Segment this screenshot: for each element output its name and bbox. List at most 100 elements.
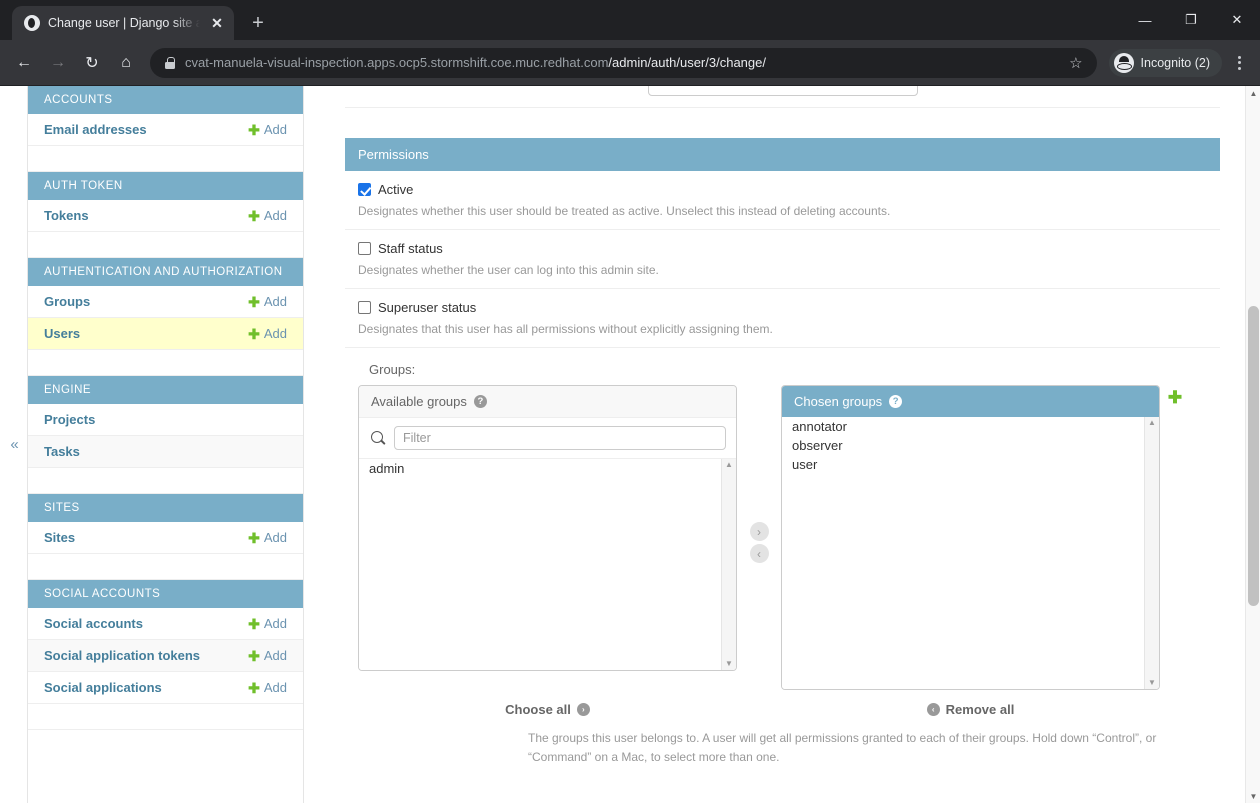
- active-label[interactable]: Active: [378, 182, 413, 197]
- chrome-menu-icon[interactable]: [1226, 48, 1252, 78]
- browser-tab[interactable]: Change user | Django site adm ✕: [12, 6, 234, 40]
- add-user-link[interactable]: ✚ Add: [248, 326, 287, 341]
- sidebar-item-label: Groups: [44, 294, 91, 309]
- plus-icon: ✚: [248, 207, 260, 224]
- list-item[interactable]: observer: [782, 436, 1159, 455]
- add-related-plus-icon[interactable]: ✚: [1168, 389, 1182, 406]
- help-icon[interactable]: ?: [473, 395, 487, 408]
- search-icon: [371, 431, 385, 445]
- active-help-text: Designates whether this user should be t…: [358, 204, 891, 218]
- choose-all-button[interactable]: Choose all ›: [358, 702, 737, 717]
- add-label: Add: [263, 530, 287, 545]
- sidebar-item-label: Tasks: [44, 444, 80, 459]
- sidebar-item-label: Sites: [44, 530, 76, 545]
- sidebar-module-engine: ENGINE: [28, 376, 303, 404]
- maximize-icon[interactable]: ❐: [1168, 0, 1214, 40]
- staff-status-checkbox[interactable]: [358, 242, 371, 255]
- sidebar-gap: [28, 350, 303, 376]
- sidebar-item-label: Social accounts: [44, 616, 143, 631]
- available-groups-scrollbar[interactable]: ▲ ▼: [721, 459, 736, 670]
- incognito-indicator[interactable]: Incognito (2): [1108, 48, 1222, 77]
- bookmark-star-icon[interactable]: ☆: [1063, 54, 1088, 72]
- scrollbar-thumb[interactable]: [1248, 306, 1259, 606]
- remove-all-label: Remove all: [945, 702, 1015, 717]
- sidebar-item-email-addresses[interactable]: Email addresses ✚ Add: [28, 114, 303, 146]
- scroll-up-icon[interactable]: ▲: [725, 461, 733, 469]
- new-tab-button[interactable]: +: [244, 9, 272, 37]
- sidebar-item-social-application-tokens[interactable]: Social application tokens ✚ Add: [28, 640, 303, 672]
- add-token-link[interactable]: ✚ Add: [248, 208, 287, 223]
- sidebar-item-users[interactable]: Users ✚ Add: [28, 318, 303, 350]
- list-item[interactable]: annotator: [782, 417, 1159, 436]
- window-controls: — ❐ ✕: [1122, 0, 1260, 40]
- move-right-icon[interactable]: ›: [749, 522, 769, 541]
- forward-icon[interactable]: →: [42, 47, 74, 79]
- back-icon[interactable]: ←: [8, 47, 40, 79]
- help-icon[interactable]: ?: [889, 395, 903, 408]
- sidebar-item-projects[interactable]: Projects: [28, 404, 303, 436]
- add-group-link[interactable]: ✚ Add: [248, 294, 287, 309]
- selector-bulk-actions: Choose all › ‹ Remove all: [358, 702, 1207, 717]
- staff-status-help-text: Designates whether the user can log into…: [358, 263, 659, 277]
- sidebar-gap: [28, 704, 303, 730]
- superuser-status-label[interactable]: Superuser status: [378, 300, 476, 315]
- add-social-account-link[interactable]: ✚ Add: [248, 616, 287, 631]
- available-groups-list[interactable]: admin ▲ ▼: [359, 459, 736, 670]
- page-scrollbar[interactable]: ▲ ▼: [1245, 86, 1260, 803]
- clipped-text-input[interactable]: [647, 86, 918, 96]
- add-label: Add: [263, 208, 287, 223]
- sidebar-item-groups[interactable]: Groups ✚ Add: [28, 286, 303, 318]
- sidebar-item-sites[interactable]: Sites ✚ Add: [28, 522, 303, 554]
- remove-all-button[interactable]: ‹ Remove all: [781, 702, 1160, 717]
- staff-status-label[interactable]: Staff status: [378, 241, 443, 256]
- add-label: Add: [263, 294, 287, 309]
- add-site-link[interactable]: ✚ Add: [248, 530, 287, 545]
- actions-spacer: [737, 702, 781, 717]
- minimize-icon[interactable]: —: [1122, 0, 1168, 40]
- scroll-down-icon[interactable]: ▼: [725, 660, 733, 668]
- close-window-icon[interactable]: ✕: [1214, 0, 1260, 40]
- scroll-down-icon[interactable]: ▼: [1246, 789, 1260, 803]
- field-row-active: Active Designates whether this user shou…: [345, 171, 1220, 230]
- incognito-label: Incognito (2): [1140, 55, 1210, 70]
- chosen-groups-scrollbar[interactable]: ▲ ▼: [1144, 417, 1159, 689]
- home-icon[interactable]: ⌂: [110, 47, 142, 79]
- scroll-down-icon[interactable]: ▼: [1148, 679, 1156, 687]
- move-left-icon[interactable]: ‹: [749, 544, 769, 563]
- lock-icon: [164, 56, 176, 69]
- sidebar-item-social-accounts[interactable]: Social accounts ✚ Add: [28, 608, 303, 640]
- address-bar[interactable]: cvat-manuela-visual-inspection.apps.ocp5…: [150, 47, 1097, 78]
- plus-icon: ✚: [248, 121, 260, 138]
- scroll-up-icon[interactable]: ▲: [1246, 86, 1260, 100]
- list-item[interactable]: admin: [359, 459, 736, 478]
- add-label: Add: [263, 680, 287, 695]
- chevron-left-double-icon[interactable]: «: [10, 436, 18, 453]
- sidebar-item-tasks[interactable]: Tasks: [28, 436, 303, 468]
- transfer-buttons: › ‹: [737, 512, 781, 563]
- sidebar-item-tokens[interactable]: Tokens ✚ Add: [28, 200, 303, 232]
- superuser-status-checkbox[interactable]: [358, 301, 371, 314]
- sidebar-item-social-applications[interactable]: Social applications ✚ Add: [28, 672, 303, 704]
- plus-icon: ✚: [248, 615, 260, 632]
- plus-icon: ✚: [248, 325, 260, 342]
- active-checkbox[interactable]: [358, 183, 371, 196]
- sidebar-module-social-accounts: SOCIAL ACCOUNTS: [28, 580, 303, 608]
- add-social-application-link[interactable]: ✚ Add: [248, 680, 287, 695]
- available-groups-filter-input[interactable]: [394, 426, 726, 450]
- browser-window: Change user | Django site adm ✕ + — ❐ ✕ …: [0, 0, 1260, 803]
- list-item[interactable]: user: [782, 455, 1159, 474]
- chosen-groups-list[interactable]: annotator observer user ▲ ▼: [782, 417, 1159, 689]
- address-bar-url: cvat-manuela-visual-inspection.apps.ocp5…: [185, 55, 1054, 70]
- browser-toolbar: ← → ↻ ⌂ cvat-manuela-visual-inspection.a…: [0, 40, 1260, 85]
- superuser-status-help-text: Designates that this user has all permis…: [358, 322, 773, 336]
- available-groups-title: Available groups: [371, 394, 467, 409]
- add-email-address-link[interactable]: ✚ Add: [248, 122, 287, 137]
- sidebar-gap: [28, 468, 303, 494]
- reload-icon[interactable]: ↻: [76, 47, 108, 79]
- permissions-fieldset: Permissions Active Designates whether th…: [345, 138, 1220, 778]
- field-row-staff-status: Staff status Designates whether the user…: [345, 230, 1220, 289]
- add-social-application-token-link[interactable]: ✚ Add: [248, 648, 287, 663]
- scroll-up-icon[interactable]: ▲: [1148, 419, 1156, 427]
- sidebar-collapse-strip[interactable]: «: [0, 86, 28, 803]
- close-tab-icon[interactable]: ✕: [208, 14, 226, 32]
